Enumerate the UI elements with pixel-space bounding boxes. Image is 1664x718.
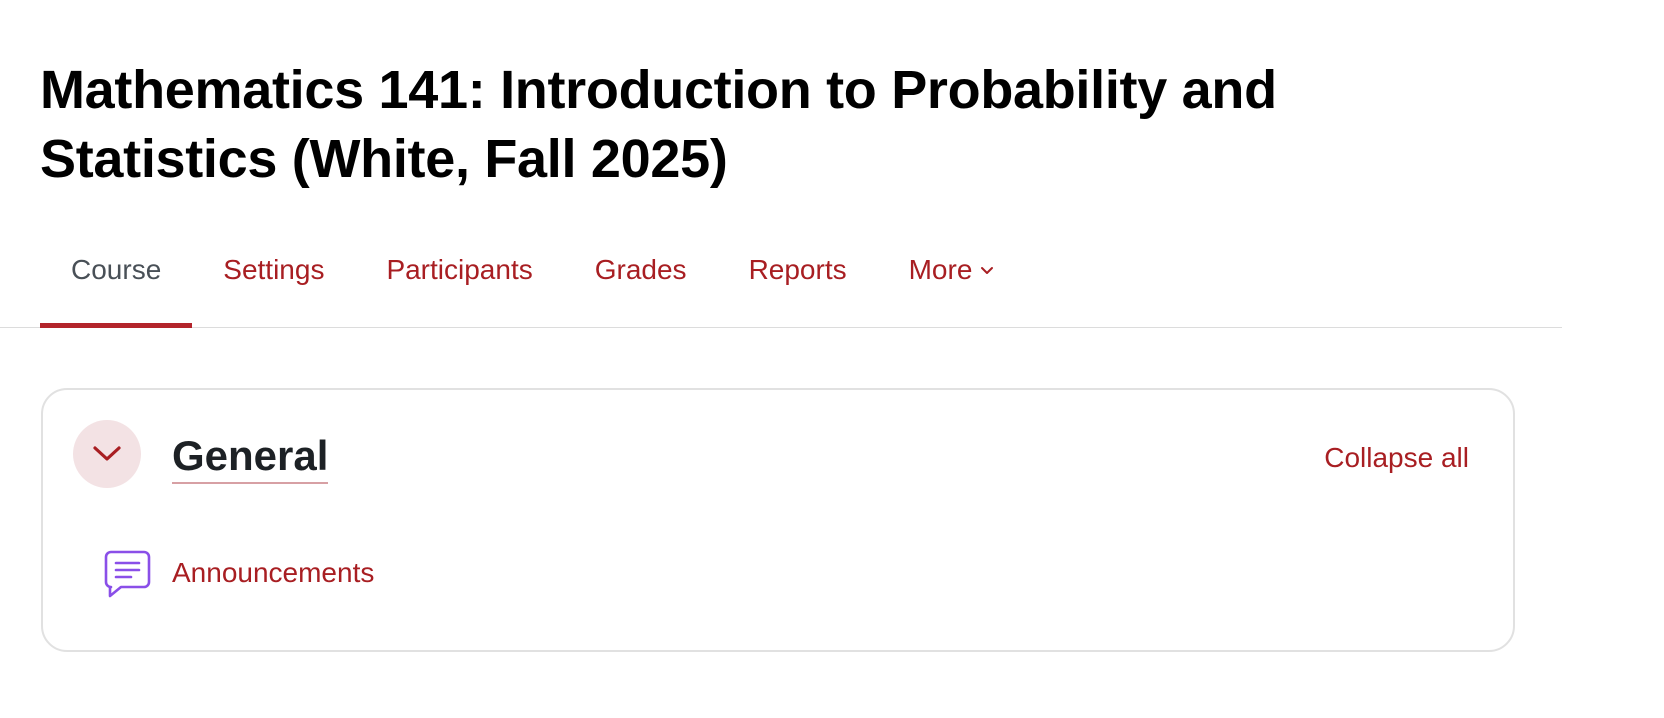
tab-course-label: Course [71, 254, 162, 285]
tab-reports[interactable]: Reports [718, 230, 878, 327]
chevron-down-icon [93, 446, 121, 461]
tab-participants[interactable]: Participants [355, 230, 563, 327]
tab-grades[interactable]: Grades [564, 230, 718, 327]
tab-reports-label: Reports [748, 254, 847, 285]
section-collapse-toggle[interactable] [73, 420, 141, 488]
tab-course[interactable]: Course [40, 230, 193, 328]
tab-grades-label: Grades [594, 254, 687, 285]
page-header: Mathematics 141: Introduction to Probabi… [40, 56, 1440, 194]
course-title: Mathematics 141: Introduction to Probabi… [40, 60, 1277, 189]
tab-participants-label: Participants [386, 254, 533, 285]
section-title[interactable]: General [172, 430, 329, 484]
chevron-down-icon [981, 267, 994, 274]
activity-name: Announcements [172, 557, 375, 588]
secondary-navigation: Course Settings Participants Grades Repo… [0, 230, 1562, 328]
tab-settings-label: Settings [223, 254, 325, 285]
tab-settings[interactable]: Settings [192, 230, 355, 327]
tab-more-dropdown[interactable]: More [878, 230, 1026, 327]
activity-announcements[interactable]: Announcements [102, 548, 374, 598]
tab-more-label: More [908, 254, 973, 285]
course-section-general: General Collapse all Announcements [41, 388, 1515, 652]
collapse-all-link[interactable]: Collapse all [1324, 442, 1469, 474]
nav-tab-list: Course Settings Participants Grades Repo… [40, 230, 1026, 328]
forum-icon [102, 548, 152, 598]
